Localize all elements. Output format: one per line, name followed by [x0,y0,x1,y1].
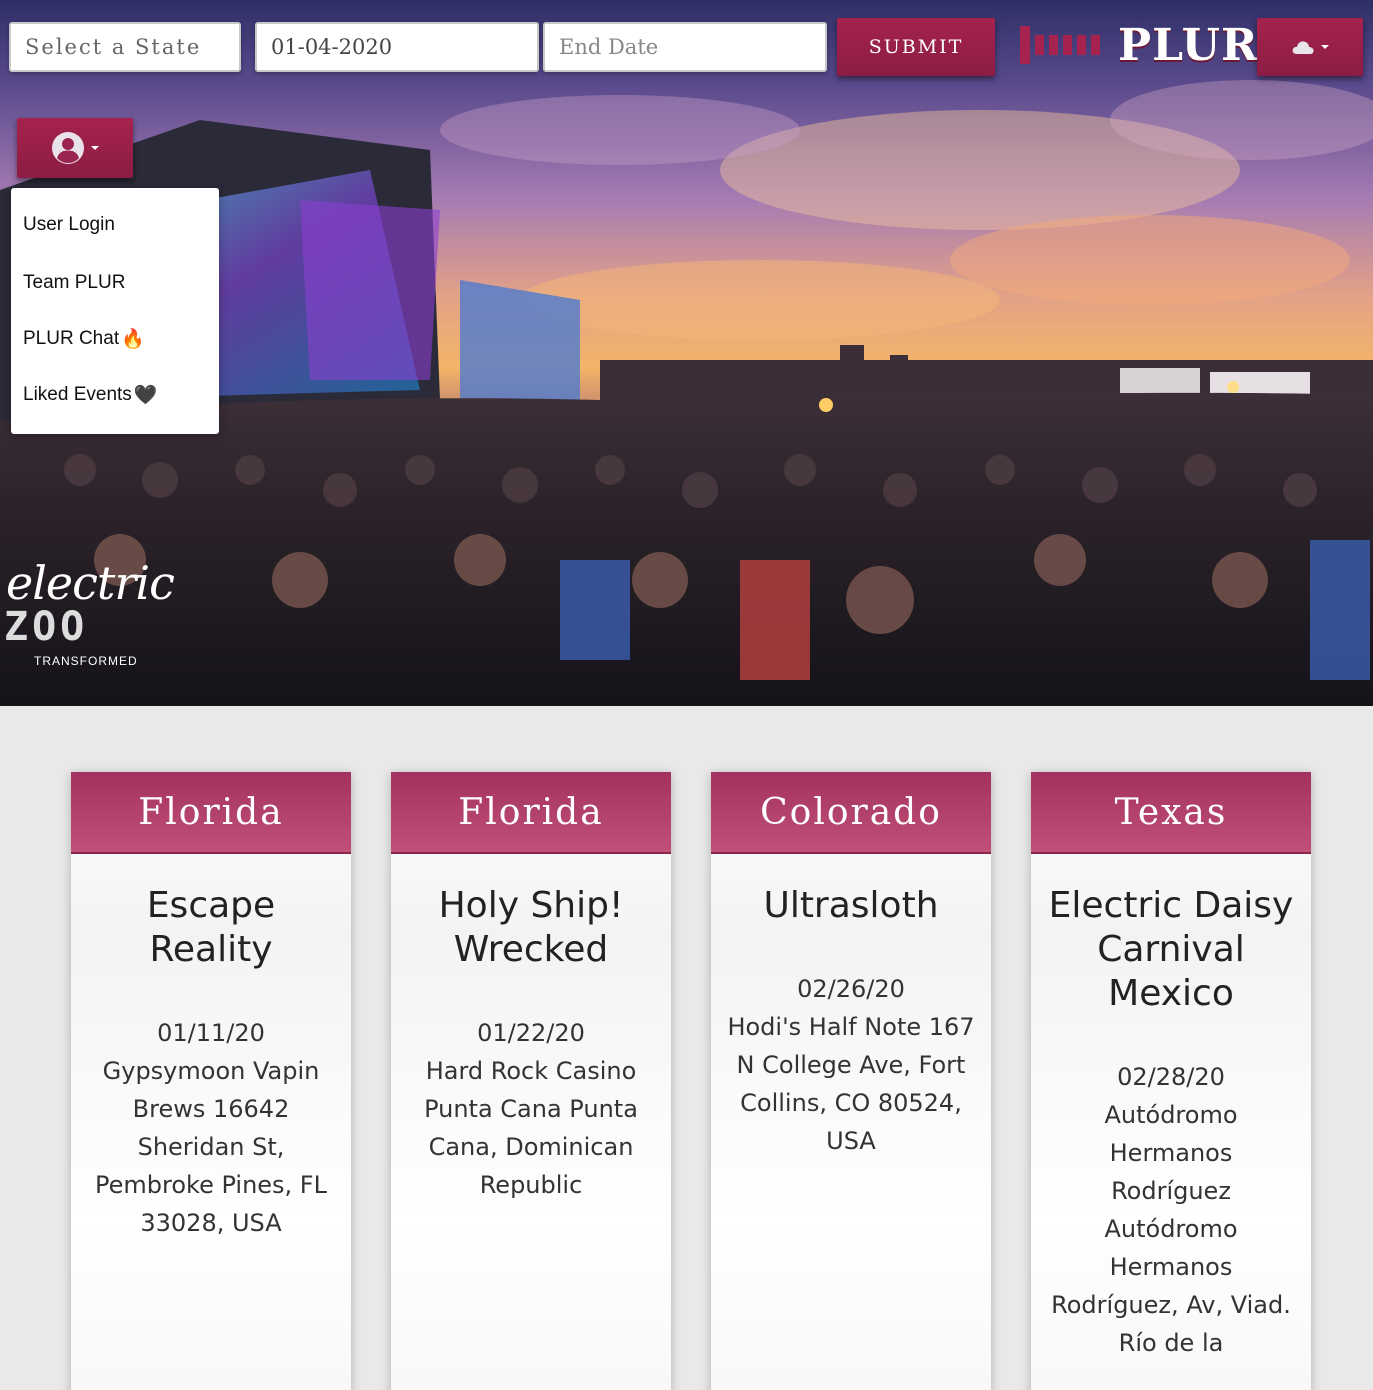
submit-label: SUBMIT [868,36,964,58]
fire-icon: 🔥 [121,329,145,350]
menu-item-label: PLUR Chat [23,328,120,349]
event-name: Ultrasloth [763,885,939,926]
menu-item-plur-chat[interactable]: PLUR Chat 🔥 [23,324,145,354]
watermark-main: ZOO [4,604,89,650]
state-select-placeholder: Select a State [25,35,202,59]
chevron-down-icon [91,146,99,150]
cloud-icon [1292,41,1314,54]
heart-icon: 🖤 [133,385,158,406]
event-card[interactable]: Colorado Ultrasloth 02/26/20 Hodi's Half… [711,772,991,1390]
watermark-sub: TRANSFORMED [34,654,138,668]
event-card[interactable]: Florida Escape Reality 01/11/20 Gypsymoo… [71,772,351,1390]
watermark-script: electric [6,556,175,610]
event-state: Florida [391,772,671,854]
start-date-value: 01-04-2020 [271,35,393,59]
user-dropdown-menu: User Login Team PLUR PLUR Chat 🔥 Liked E… [11,188,219,434]
chevron-down-icon [1321,45,1329,49]
event-date: 02/26/20 [797,975,905,1003]
logo-text: PLUR [1118,19,1259,71]
menu-item-label: Liked Events [23,384,132,405]
menu-item-team-plur[interactable]: Team PLUR [23,268,125,298]
event-name: Holy Ship! Wrecked [438,885,624,970]
menu-item-liked-events[interactable]: Liked Events 🖤 [23,380,157,410]
event-name: Escape Reality [146,885,276,970]
event-card[interactable]: Florida Holy Ship! Wrecked 01/22/20 Hard… [391,772,671,1390]
end-date-input[interactable]: End Date [543,22,827,72]
menu-item-label: User Login [23,214,115,235]
end-date-placeholder: End Date [559,35,659,59]
user-menu-button[interactable] [17,118,133,178]
event-name: Electric Daisy Carnival Mexico [1048,885,1294,1014]
submit-button[interactable]: SUBMIT [837,18,995,76]
event-venue: Hodi's Half Note 167 N College Ave, Fort… [727,1013,975,1155]
menu-item-user-login[interactable]: User Login [23,210,115,240]
start-date-input[interactable]: 01-04-2020 [255,22,539,72]
weather-dropdown-button[interactable] [1257,18,1363,76]
event-state: Colorado [711,772,991,854]
plur-logo[interactable]: PLUR [1020,20,1258,71]
state-select[interactable]: Select a State [9,22,241,72]
event-venue: Hard Rock Casino Punta Cana Punta Cana, … [424,1057,638,1199]
event-state: Texas [1031,772,1311,854]
event-date: 02/28/20 [1117,1063,1225,1091]
equalizer-bars-icon [1020,26,1100,64]
event-state: Florida [71,772,351,854]
user-circle-icon [52,132,84,164]
event-venue: Autódromo Hermanos Rodríguez Autódromo H… [1051,1101,1291,1357]
event-date: 01/22/20 [477,1019,585,1047]
event-venue: Gypsymoon Vapin Brews 16642 Sheridan St,… [95,1057,327,1237]
menu-item-label: Team PLUR [23,272,126,293]
electric-zoo-watermark: electric ZOO TRANSFORMED [0,556,190,686]
event-date: 01/11/20 [157,1019,265,1047]
event-card[interactable]: Texas Electric Daisy Carnival Mexico 02/… [1031,772,1311,1390]
